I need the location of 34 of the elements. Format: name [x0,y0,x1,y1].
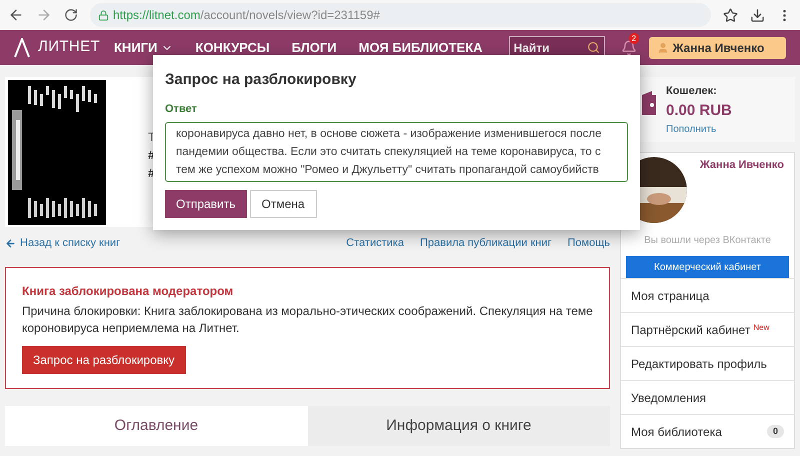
unblock-request-button[interactable]: Запрос на разблокировку [22,346,186,374]
nav-link[interactable]: КНИГИ [114,38,174,58]
wallet-amount: 0.00 RUB [666,100,732,120]
commercial-cabinet-button[interactable]: Коммерческий кабинет [626,256,789,278]
tab[interactable]: Информация о книге [308,406,610,446]
tab[interactable]: Оглавление [5,406,308,446]
alert-text: Причина блокировки: Книга заблокирована из морально-этических соображений. Спекуляция на теме короновируса неприемлема на Литнет. [22,303,593,337]
wallet-label: Кошелек: [666,84,718,99]
notification-badge: 2 [628,32,640,44]
profile-name: Жанна Ивченко [700,158,784,173]
cancel-button[interactable]: Отмена [250,190,317,218]
modal-title: Запрос на разблокировку [165,70,356,90]
back-link[interactable]: Назад к списку книг [5,234,120,252]
nav-link[interactable]: Помощь [568,234,610,252]
send-button[interactable]: Отправить [165,190,247,218]
field-label: Ответ [165,102,197,116]
nav-link[interactable]: Правила публикации книг [420,234,552,252]
logo-text: ЛИТНЕТ [38,37,100,58]
answer-field[interactable]: коронавируса давно нет, в основе сюжета - изображение изменившегося после пандемии общества. Если это считать спекуляцией на теме коронавируса, то с тем же успехом можно "Ромео и Джульетту" считать пропагандой самоубийств [165,122,628,182]
url-text: https://litnet.com/account/novels/view?id=231159# [113,7,380,24]
profile-menu-item[interactable]: Партнёрский кабинет $^{New}$ [621,312,794,346]
profile-menu-item[interactable]: Моя библиотека 0 [621,414,794,448]
top-up-link[interactable]: Пополнить [666,122,732,137]
count-badge: 0 [766,424,784,438]
login-note: Вы вошли через ВКонтакте [643,234,772,248]
nav-link[interactable]: Статистика [346,234,404,252]
nav-link[interactable]: МОЯ БИБЛИОТЕКА [358,38,483,58]
nav-link[interactable]: КОНКУРСЫ [195,38,270,58]
profile-menu-item[interactable]: Моя страница [621,278,794,312]
user-button[interactable]: Жанна Ивченко [648,36,786,58]
nav-link[interactable]: БЛОГИ [292,38,337,58]
profile-menu-item[interactable]: Редактировать профиль [621,346,794,380]
profile-menu-item[interactable]: Уведомления [621,380,794,414]
alert-title: Книга заблокирована модератором [22,283,234,300]
